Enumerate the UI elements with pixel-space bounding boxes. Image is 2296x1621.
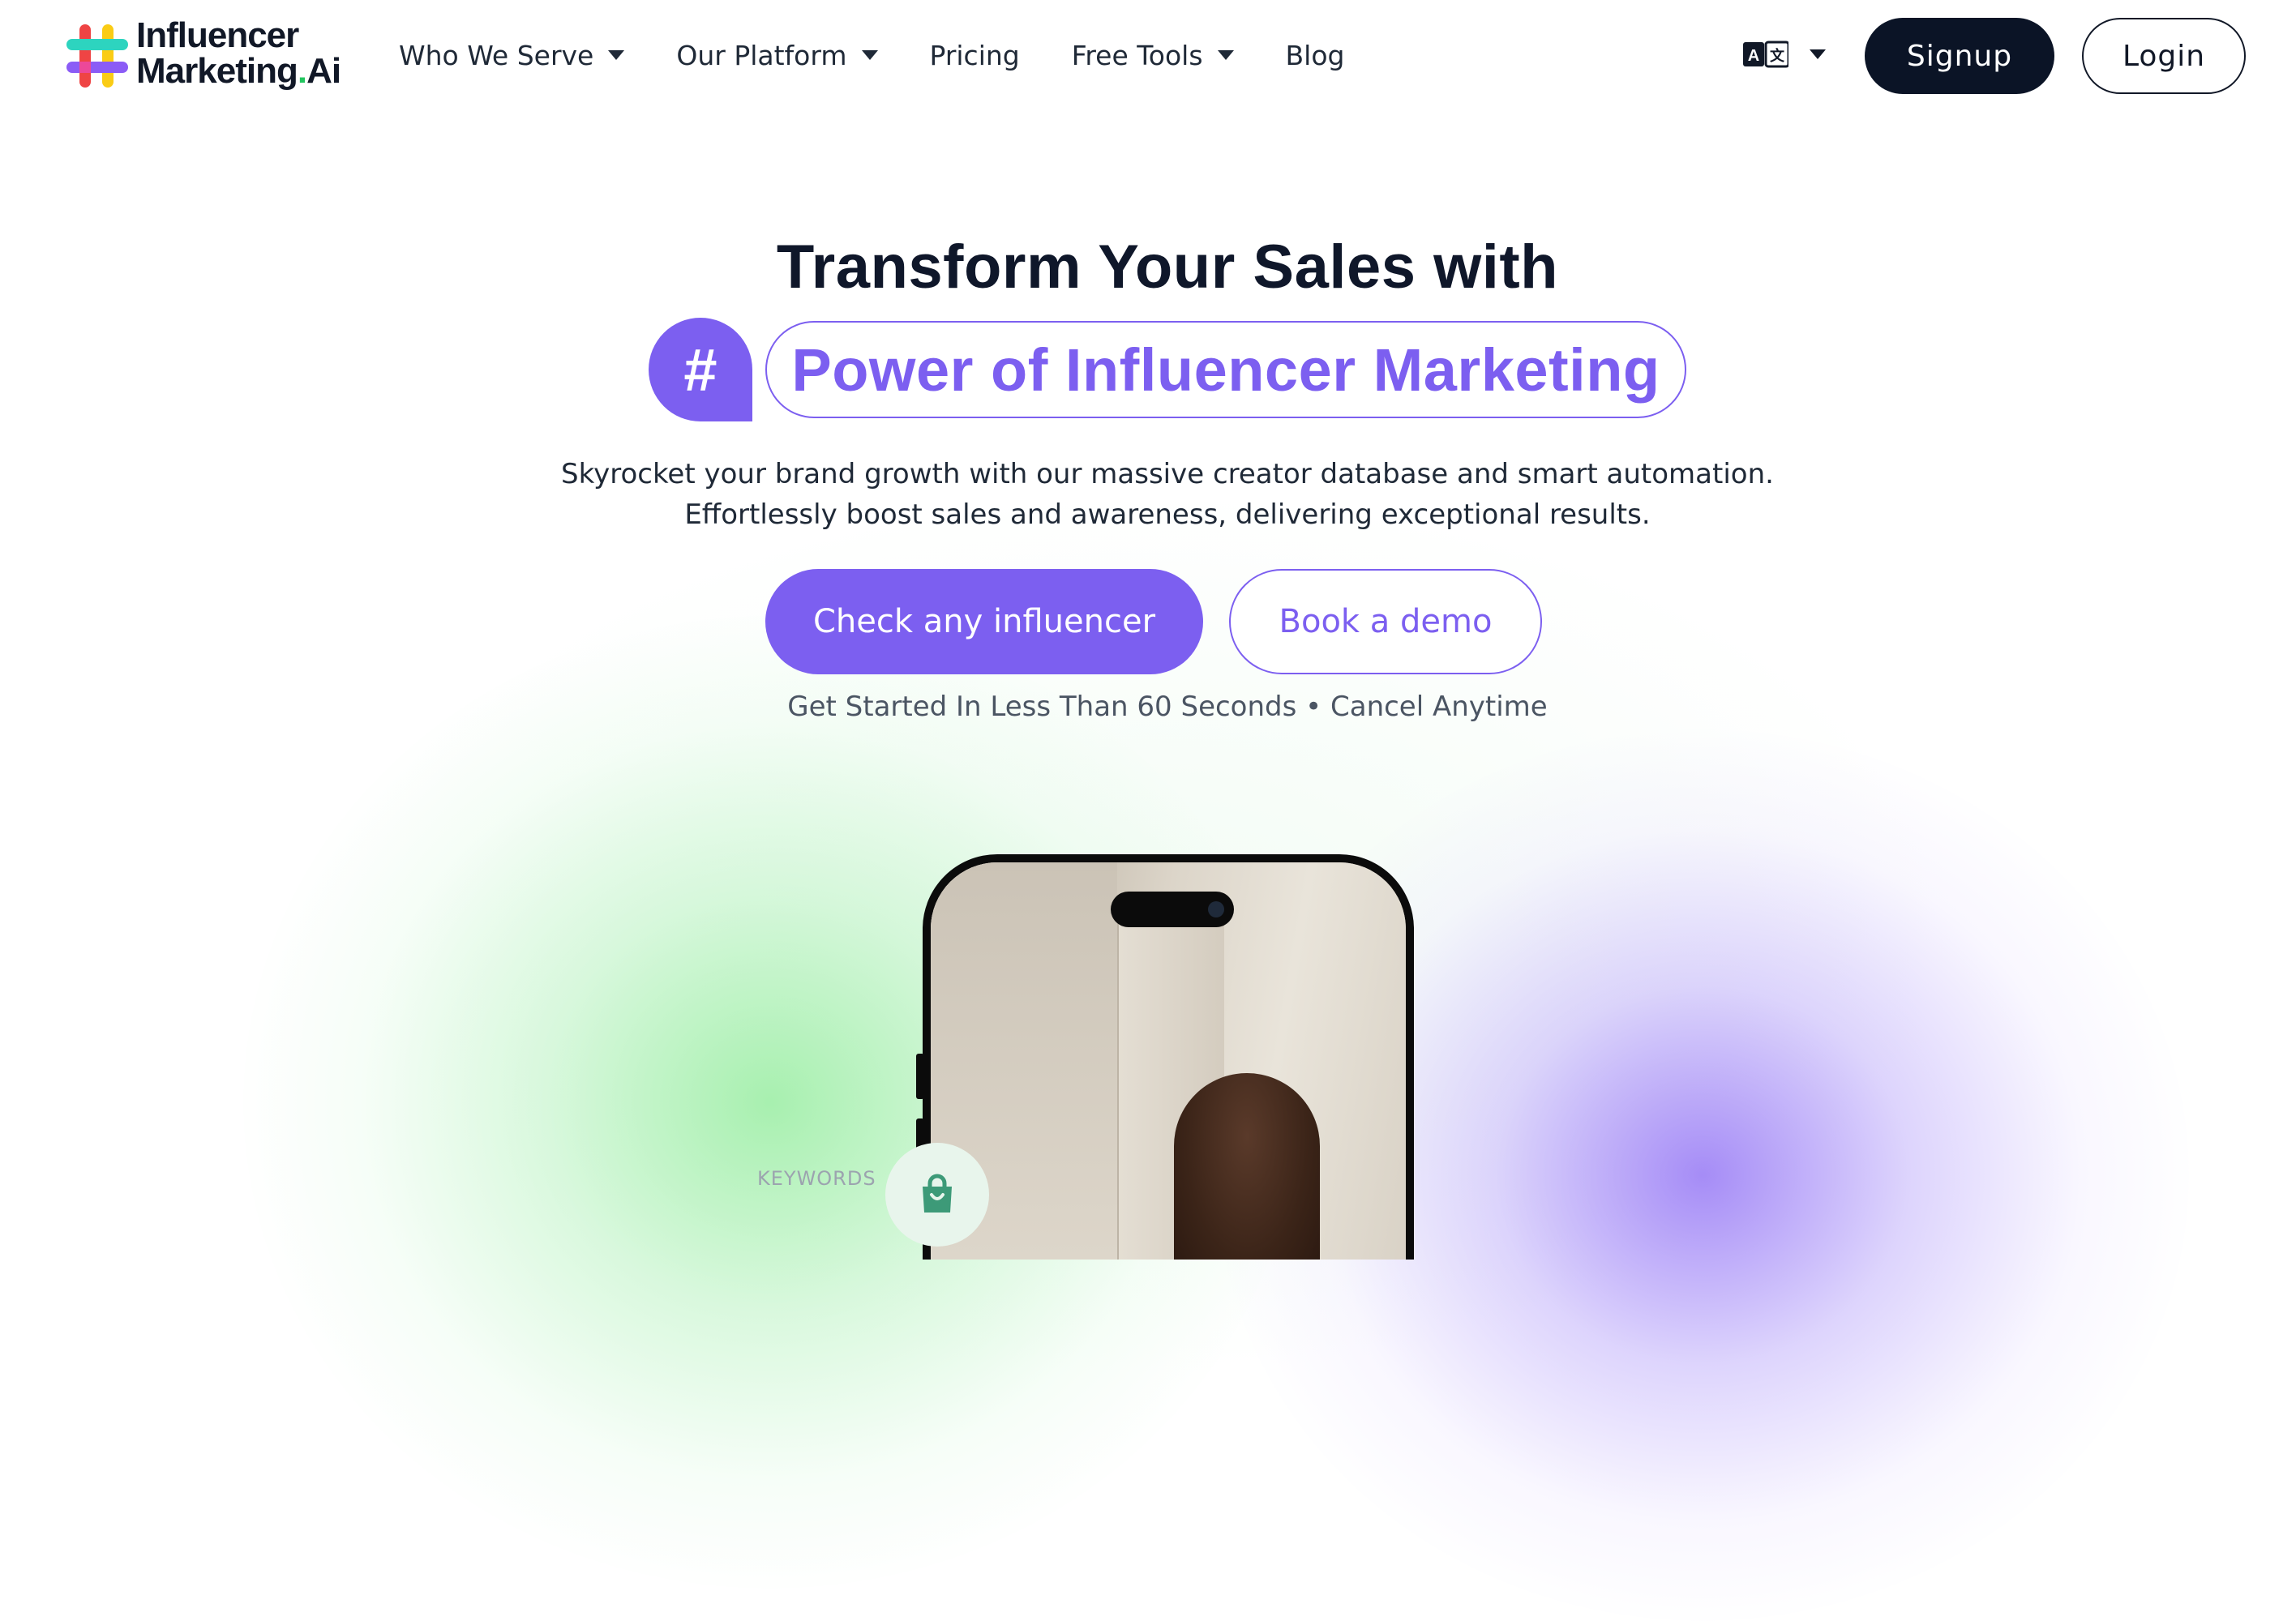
chevron-down-icon [1810,49,1826,59]
chevron-down-icon [608,50,625,60]
hero-subtitle-line2: Effortlessly boost sales and awareness, … [684,498,1651,531]
brand-name-dot: . [297,51,307,91]
hashtag-badge: # [649,318,752,421]
nav-item-free-tools[interactable]: Free Tools [1072,40,1234,71]
nav-item-blog[interactable]: Blog [1286,40,1345,71]
svg-text:A: A [1748,47,1759,65]
phone-dynamic-island [1111,892,1234,927]
shopping-badge [885,1143,989,1247]
hero-subtitle: Skyrocket your brand growth with our mas… [0,454,2296,535]
hero-title: Transform Your Sales with [776,233,1559,302]
site-header: Influencer Marketing.Ai Who We Serve Our… [0,0,2296,113]
translate-icon: A 文 [1743,41,1788,68]
check-influencer-button[interactable]: Check any influencer [765,569,1203,674]
brand-logo[interactable]: Influencer Marketing.Ai [65,18,365,96]
hero-tagline: Get Started In Less Than 60 Seconds • Ca… [787,691,1548,723]
phone-camera-dot [1208,901,1224,917]
hero-subtitle-line1: Skyrocket your brand growth with our mas… [561,458,1774,490]
nav-item-pricing[interactable]: Pricing [930,40,1020,71]
nav-item-who-we-serve[interactable]: Who We Serve [399,39,625,71]
nav-item-our-platform[interactable]: Our Platform [676,39,878,71]
brand-name-line1: Influencer [136,15,299,55]
chevron-down-icon [1217,50,1234,60]
hashtag-logo-icon [66,24,128,88]
brand-name-ai: Ai [306,51,341,91]
language-selector[interactable]: A 文 [1743,41,1826,68]
book-demo-button[interactable]: Book a demo [1229,569,1542,674]
chevron-down-icon [861,50,878,60]
nav-item-label: Free Tools [1071,39,1203,71]
main-nav: Who We Serve Our Platform Pricing Free T… [399,32,1397,78]
shopping-bag-icon [923,1174,952,1213]
brand-name-line2: Marketing.Ai [136,53,341,89]
brand-name: Influencer Marketing.Ai [136,18,341,89]
phone-scene-person [1174,1073,1320,1260]
brand-name-main: Marketing [136,51,298,91]
signup-button[interactable]: Signup [1865,18,2054,94]
login-button[interactable]: Login [2082,18,2246,94]
nav-item-label: Pricing [929,39,1020,71]
nav-item-label: Blog [1285,39,1345,71]
svg-text:文: 文 [1770,47,1785,65]
hero-highlight: Power of Influencer Marketing [765,321,1686,418]
keywords-label: KEYWORDS [757,1167,876,1190]
nav-item-label: Who We Serve [399,39,594,71]
nav-item-label: Our Platform [676,39,847,71]
